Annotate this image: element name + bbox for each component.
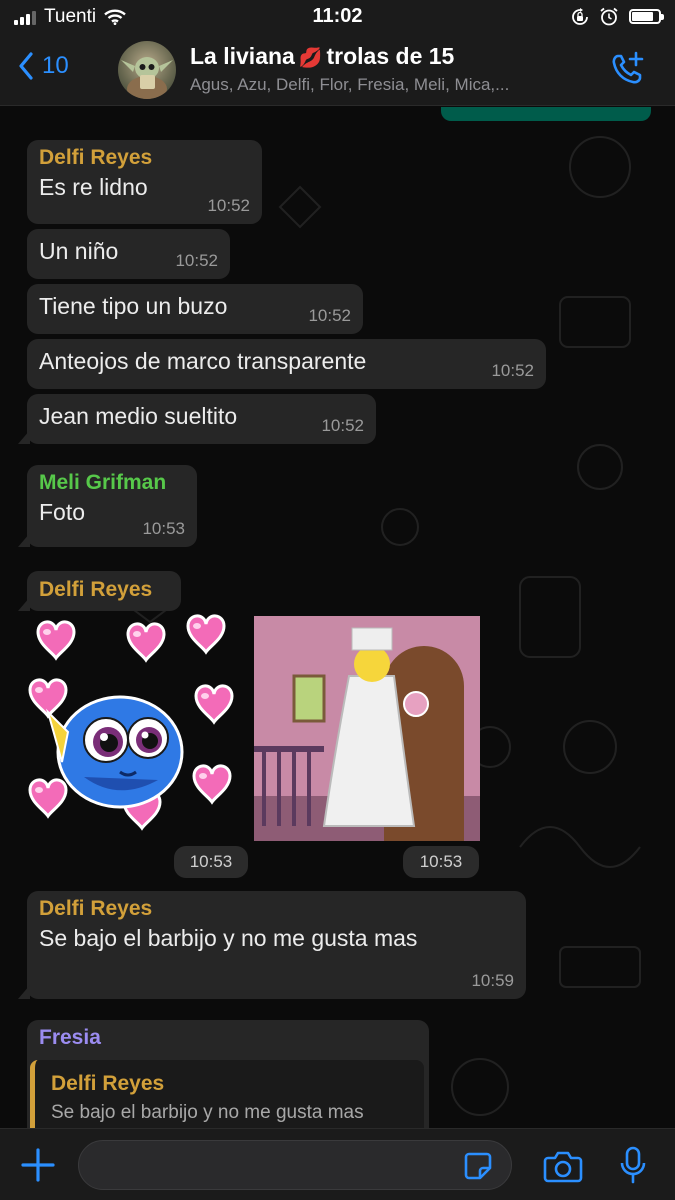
group-name: La liviana xyxy=(190,43,295,69)
outgoing-message-partial[interactable] xyxy=(441,107,651,121)
message-time: 10:52 xyxy=(491,361,534,380)
group-members: Agus, Azu, Delfi, Flor, Fresia, Meli, Mi… xyxy=(190,75,510,94)
sender-name: Meli Grifman xyxy=(39,471,167,494)
sender-name: Delfi Reyes xyxy=(39,578,153,601)
lips-emoji: 💋 xyxy=(298,48,323,69)
message-time: 10:59 xyxy=(471,971,514,990)
orientation-lock-icon xyxy=(572,7,588,25)
quoted-text: Se bajo el barbijo y no me gusta mas xyxy=(51,1102,364,1123)
camera-icon[interactable] xyxy=(543,1149,583,1183)
message-bubble[interactable]: Meli Grifman Foto 10:53 xyxy=(18,465,197,547)
sticker-time: 10:53 xyxy=(174,846,248,878)
message-time: 10:52 xyxy=(207,196,250,215)
alarm-icon xyxy=(600,7,618,26)
dory-hearts-sticker[interactable] xyxy=(28,612,248,844)
battery-icon xyxy=(629,9,664,24)
microphone-icon[interactable] xyxy=(620,1146,646,1184)
message-text: Tiene tipo un buzo xyxy=(39,293,228,319)
message-text: Se bajo el barbijo y no me gusta mas xyxy=(39,925,418,951)
plus-icon[interactable] xyxy=(20,1147,56,1183)
message-bubble[interactable]: Un niño 10:52 xyxy=(27,229,230,279)
composer-bar xyxy=(0,1128,675,1200)
phone-plus-icon xyxy=(612,51,644,84)
message-bubble[interactable]: Delfi Reyes xyxy=(18,571,181,611)
message-text: Jean medio sueltito xyxy=(39,403,238,429)
quoted-sender: Delfi Reyes xyxy=(51,1072,165,1095)
quoted-message[interactable]: Delfi Reyes Se bajo el barbijo y no me g… xyxy=(30,1060,424,1128)
chevron-left-icon xyxy=(19,52,33,80)
message-bubble[interactable]: Jean medio sueltito 10:52 xyxy=(18,394,376,444)
sender-name: Fresia xyxy=(39,1026,101,1049)
back-button[interactable]: 10 xyxy=(18,52,69,80)
baby-yoda-avatar-image xyxy=(121,57,173,99)
message-bubble[interactable]: Delfi Reyes Es re lidno 10:52 xyxy=(27,140,262,224)
group-name-suffix: trolas de 15 xyxy=(326,43,455,69)
message-time: 10:52 xyxy=(175,251,218,270)
group-avatar[interactable] xyxy=(118,41,176,99)
message-list[interactable]: Delfi Reyes Es re lidno 10:52 Un niño 10… xyxy=(0,107,675,1128)
gif-image xyxy=(254,616,480,841)
sender-name: Delfi Reyes xyxy=(39,146,153,169)
sticker-icon[interactable] xyxy=(463,1151,493,1181)
chat-header: 10 La liviana 💋 trolas de 15 Agus, Azu, De… xyxy=(0,34,675,106)
gif-time: 10:53 xyxy=(403,846,479,878)
message-time: 10:52 xyxy=(308,306,351,325)
unread-count: 10 xyxy=(42,52,69,79)
homer-bride-gif[interactable] xyxy=(254,616,480,841)
group-title[interactable]: La liviana 💋 trolas de 15 xyxy=(190,43,454,70)
message-bubble[interactable]: Delfi Reyes Se bajo el barbijo y no me g… xyxy=(18,891,526,999)
sender-name: Delfi Reyes xyxy=(39,897,153,920)
message-input[interactable] xyxy=(78,1140,512,1190)
message-time: 10:52 xyxy=(321,416,364,435)
message-time: 10:53 xyxy=(142,519,185,538)
add-call-button[interactable] xyxy=(609,51,645,92)
message-bubble[interactable]: Anteojos de marco transparente 10:52 xyxy=(27,339,546,389)
message-text: Anteojos de marco transparente xyxy=(39,348,367,374)
status-bar: Tuenti 11:02 xyxy=(0,0,675,34)
message-bubble[interactable]: Tiene tipo un buzo 10:52 xyxy=(27,284,363,334)
